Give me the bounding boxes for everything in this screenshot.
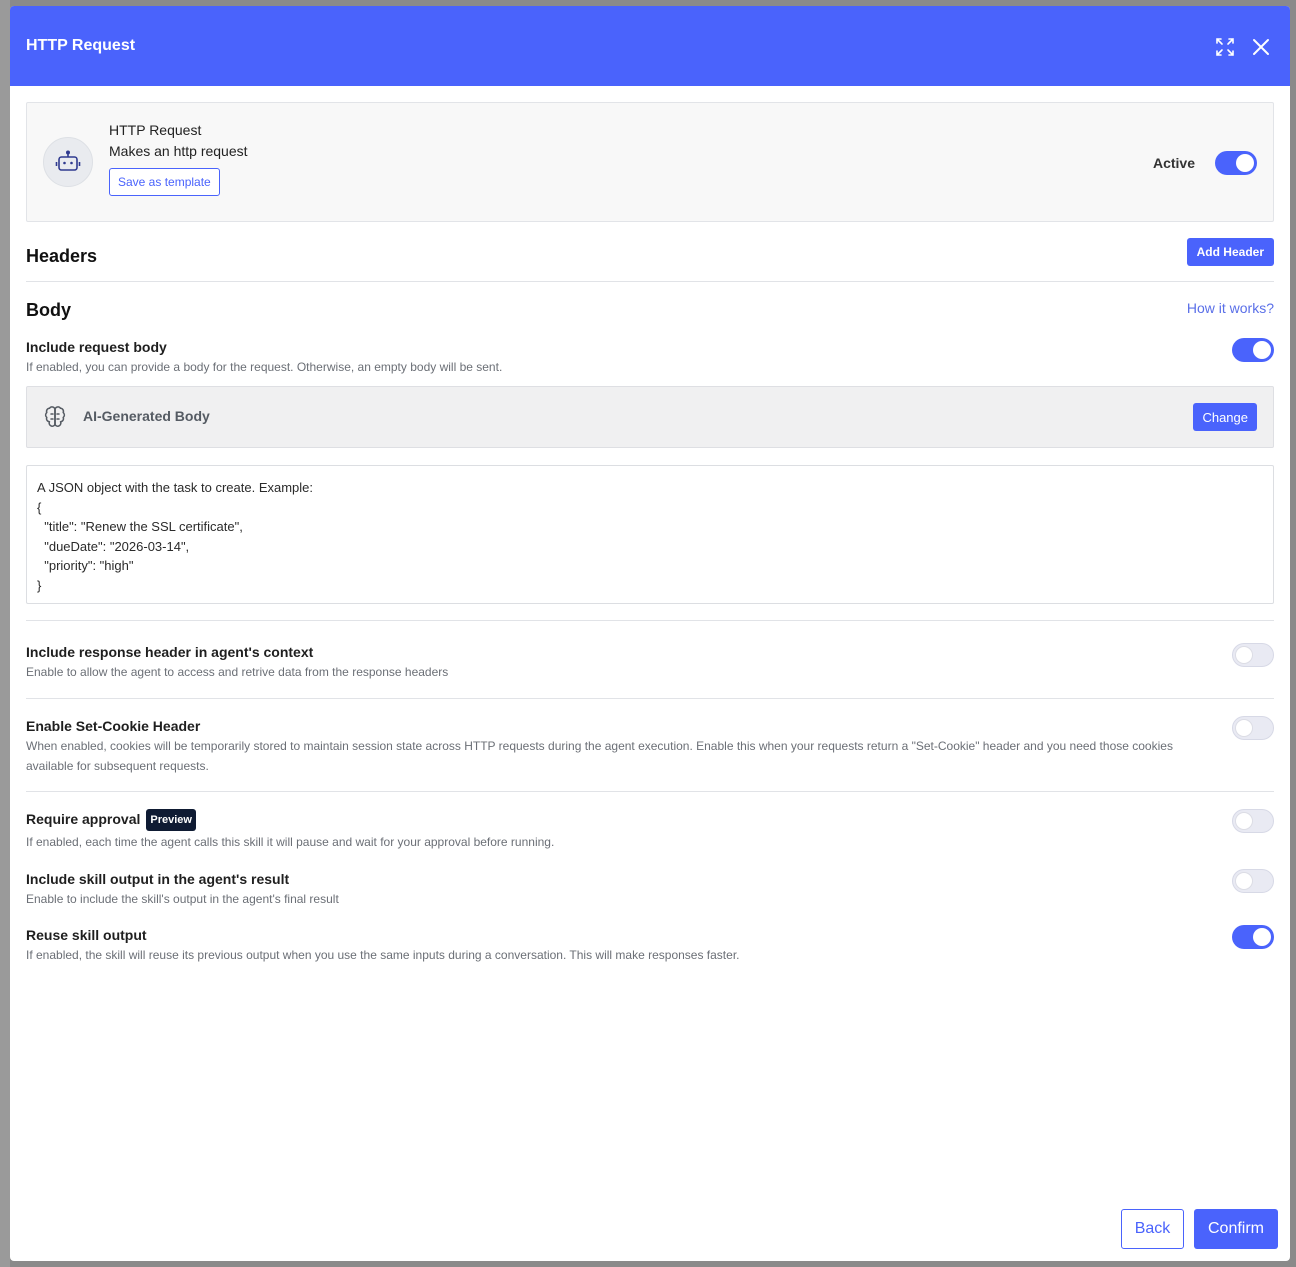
include-body-row: Include request body If enabled, you can… (26, 338, 1274, 378)
modal-title: HTTP Request (26, 37, 136, 54)
active-toggle[interactable] (1215, 151, 1257, 175)
change-button[interactable]: Change (1193, 403, 1257, 431)
ai-generated-body-box: AI-Generated Body Change (26, 386, 1274, 448)
skill-name: HTTP Request (109, 122, 202, 138)
body-description-textarea[interactable]: A JSON object with the task to create. E… (26, 465, 1274, 604)
skill-card: HTTP Request Makes an http request Save … (26, 102, 1274, 222)
set-cookie-description: When enabled, cookies will be temporaril… (26, 739, 1173, 773)
how-it-works-link[interactable]: How it works? (1187, 300, 1274, 316)
robot-icon (43, 137, 93, 187)
include-output-title: Include skill output in the agent's resu… (26, 871, 290, 887)
require-approval-title-wrap: Require approval Preview (26, 809, 1274, 831)
modal-footer: Back Confirm (1121, 1209, 1278, 1249)
skill-description: Makes an http request (109, 143, 248, 159)
reuse-output-description: If enabled, the skill will reuse its pre… (26, 948, 740, 962)
reuse-output-title: Reuse skill output (26, 927, 147, 943)
expand-icon[interactable] (1214, 36, 1236, 58)
close-icon[interactable] (1250, 36, 1272, 58)
active-label: Active (1152, 155, 1195, 171)
require-approval-row: Require approval Preview If enabled, each… (26, 792, 1274, 870)
set-cookie-title: Enable Set-Cookie Header (26, 718, 201, 734)
header-actions (1214, 36, 1272, 58)
require-approval-description: If enabled, each time the agent calls th… (26, 835, 555, 849)
save-as-template-button[interactable]: Save as template (109, 168, 220, 196)
include-output-row: Include skill output in the agent's resu… (26, 869, 1274, 926)
modal-header: HTTP Request (10, 6, 1290, 86)
include-body-title: Include request body (26, 339, 167, 355)
include-output-toggle[interactable] (1232, 869, 1274, 893)
response-header-row: Include response header in agent's conte… (26, 621, 1274, 698)
include-output-description: Enable to include the skill's output in … (26, 892, 339, 906)
modal-content: HTTP Request Makes an http request Save … (26, 102, 1274, 976)
http-request-modal: HTTP Request HTTP Request Makes an http … (10, 6, 1290, 1261)
response-header-title: Include response header in agent's conte… (26, 644, 314, 660)
response-header-description: Enable to allow the agent to access and … (26, 665, 449, 679)
reuse-output-toggle[interactable] (1232, 925, 1274, 949)
body-section-head: Body How it works? (26, 282, 1274, 330)
headers-section: Headers Add Header (26, 222, 1274, 282)
backdrop (0, 0, 10, 1267)
confirm-button[interactable]: Confirm (1194, 1209, 1278, 1249)
skill-info: HTTP Request Makes an http request Save … (109, 121, 248, 196)
response-header-toggle[interactable] (1232, 643, 1274, 667)
reuse-output-row: Reuse skill output If enabled, the skill… (26, 925, 1274, 976)
include-body-description: If enabled, you can provide a body for t… (26, 360, 503, 374)
active-control: Active (1153, 151, 1257, 175)
require-approval-title: Require approval (26, 811, 141, 827)
require-approval-toggle[interactable] (1232, 809, 1274, 833)
ai-generated-body-label: AI-Generated Body (83, 408, 210, 424)
add-header-button[interactable]: Add Header (1186, 238, 1274, 266)
back-button[interactable]: Back (1121, 1209, 1184, 1249)
brain-icon (43, 405, 67, 429)
include-body-toggle[interactable] (1232, 338, 1274, 362)
headers-title: Headers (26, 246, 98, 266)
set-cookie-toggle[interactable] (1232, 716, 1274, 740)
body-title: Body (26, 300, 71, 320)
preview-badge: Preview (146, 809, 196, 831)
set-cookie-row: Enable Set-Cookie Header When enabled, c… (26, 699, 1274, 791)
